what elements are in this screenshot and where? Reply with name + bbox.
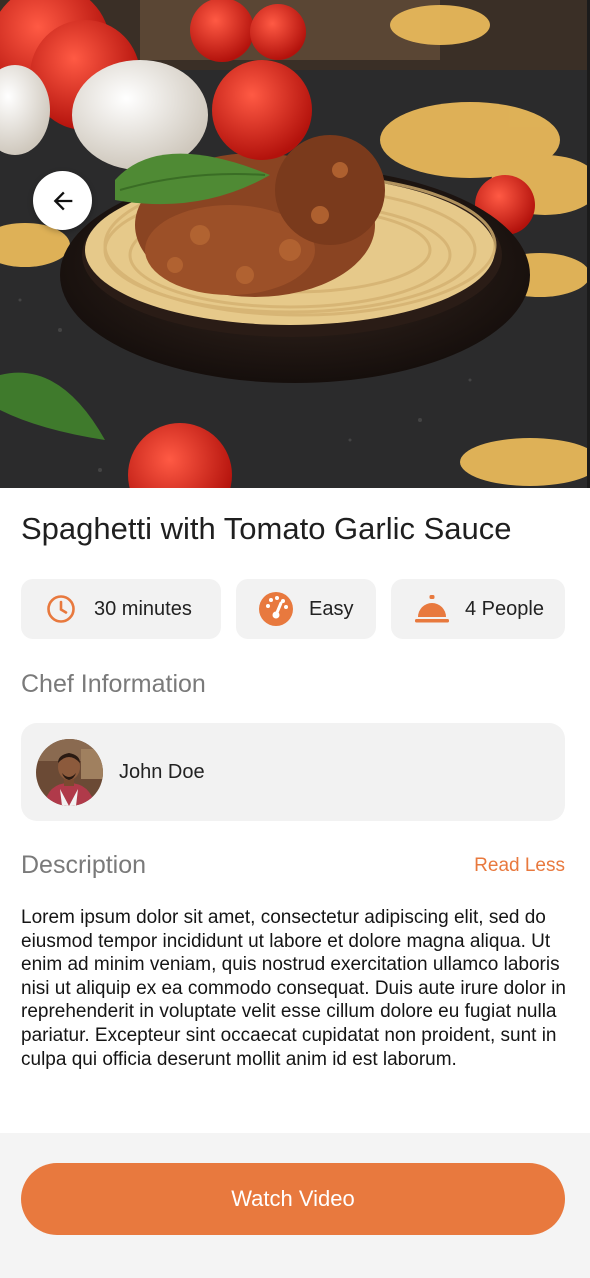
serving-bell-icon bbox=[414, 593, 450, 625]
chef-card[interactable]: John Doe bbox=[21, 723, 565, 821]
description-text: Lorem ipsum dolor sit amet, consectetur … bbox=[21, 907, 566, 1070]
back-button[interactable] bbox=[33, 171, 92, 230]
difficulty-chip: Easy bbox=[236, 579, 376, 639]
description-heading: Description bbox=[21, 851, 147, 879]
gauge-icon bbox=[258, 591, 294, 627]
time-label: 30 minutes bbox=[94, 597, 192, 620]
time-chip: 30 minutes bbox=[21, 579, 221, 639]
chef-information-heading: Chef Information bbox=[21, 670, 206, 698]
bottom-action-bar: Watch Video bbox=[0, 1133, 590, 1278]
spaghetti-photo bbox=[0, 0, 590, 488]
recipe-title: Spaghetti with Tomato Garlic Sauce bbox=[21, 511, 512, 546]
difficulty-label: Easy bbox=[309, 597, 354, 620]
read-less-link[interactable]: Read Less bbox=[474, 855, 565, 877]
clock-icon bbox=[45, 593, 77, 625]
arrow-left-icon bbox=[49, 187, 77, 215]
recipe-meta-row: 30 minutes Easy 4 People bbox=[21, 579, 590, 639]
servings-chip: 4 People bbox=[391, 579, 565, 639]
chef-avatar bbox=[36, 738, 103, 806]
chef-name: John Doe bbox=[119, 760, 205, 783]
watch-video-button[interactable]: Watch Video bbox=[21, 1163, 565, 1235]
recipe-hero-image bbox=[0, 0, 590, 488]
servings-label: 4 People bbox=[465, 597, 544, 620]
